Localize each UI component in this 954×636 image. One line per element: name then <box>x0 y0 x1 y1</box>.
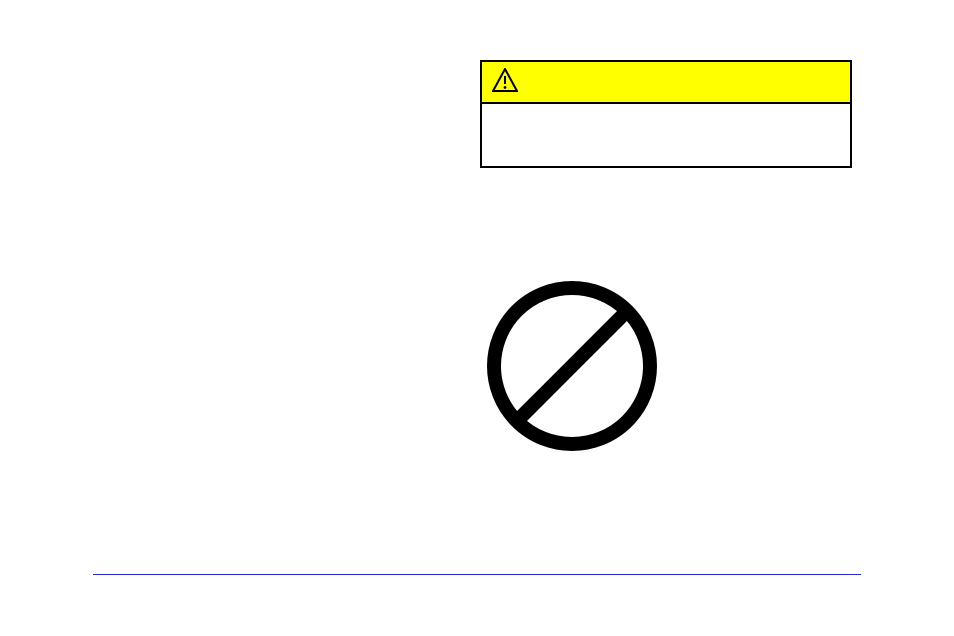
prohibition-icon <box>482 276 662 461</box>
document-page <box>0 0 954 636</box>
warning-triangle-icon <box>492 68 518 97</box>
caution-header <box>482 62 850 104</box>
caution-box <box>480 60 852 168</box>
footer-rule <box>93 574 861 575</box>
caution-body <box>482 104 850 166</box>
